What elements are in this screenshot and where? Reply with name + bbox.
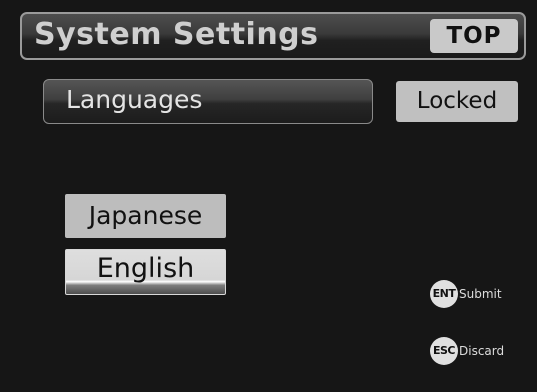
section-title: Languages bbox=[66, 85, 203, 114]
header-bar: System Settings TOP bbox=[20, 12, 526, 60]
discard-hint[interactable]: ESC Discard bbox=[430, 337, 504, 367]
languages-section-bar: Languages bbox=[43, 79, 373, 124]
escape-key-icon: ESC bbox=[430, 337, 458, 365]
language-option-japanese[interactable]: Japanese bbox=[65, 194, 226, 238]
locked-status-badge: Locked bbox=[396, 81, 518, 122]
top-button[interactable]: TOP bbox=[430, 19, 518, 53]
discard-label: Discard bbox=[459, 344, 505, 358]
submit-label: Submit bbox=[459, 287, 502, 301]
enter-key-icon: ENT bbox=[430, 280, 458, 308]
system-settings-screen: System Settings TOP Languages Locked Jap… bbox=[0, 0, 537, 392]
submit-hint[interactable]: ENT Submit bbox=[430, 280, 502, 310]
page-title: System Settings bbox=[34, 17, 319, 52]
language-option-english[interactable]: English bbox=[65, 249, 226, 295]
